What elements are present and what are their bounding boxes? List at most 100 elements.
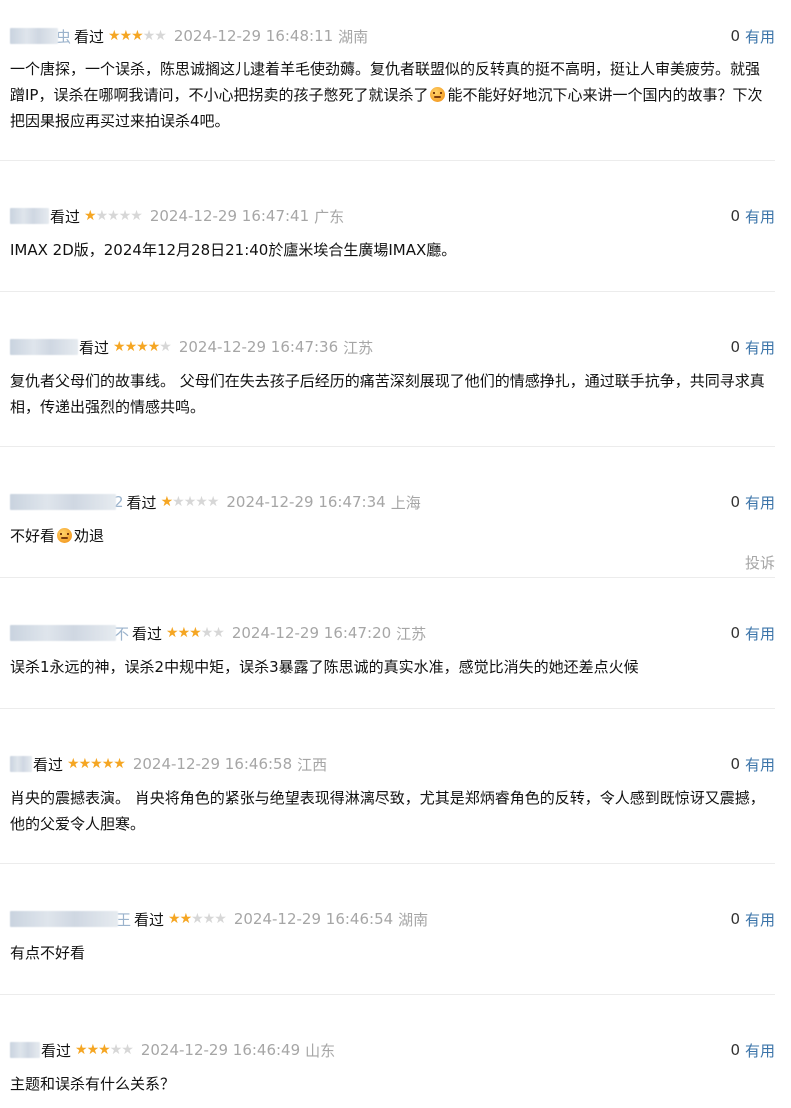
vote-count: 0 [730,1041,740,1059]
username-visible: 不 [114,624,130,643]
comment-text: 复仇者父母们的故事线。 父母们在失去孩子后经历的痛苦深刻展现了他们的情感挣扎，通… [10,368,770,420]
comment-meta: 看过 ★ ★ ★ ★ ★ 2024-12-29 16:47:41 广东 [10,205,344,227]
vote-count: 0 [730,207,740,225]
username-link[interactable]: 虫 [10,27,71,46]
star-filled-icon: ★ [108,28,121,44]
comment-location: 江西 [297,755,328,774]
watched-label: 看过 [50,207,81,226]
star-filled-icon: ★ [179,911,193,927]
comment-meta: 看过 ★ ★ ★ ★ ★ 2024-12-29 16:46:49 山东 [10,1039,335,1061]
comment-text: 一个唐探，一个误杀，陈思诚搁这儿逮着羊毛使劲薅。复仇者联盟似的反转真的挺不高明，… [10,56,770,134]
star-filled-icon: ★ [124,339,138,355]
vote-count: 0 [730,338,740,356]
username-blurred [10,1042,40,1058]
comment-text: 不好看 劝退 [10,523,770,549]
comment-text: 误杀1永远的神，误杀2中规中矩，误杀3暴露了陈思诚的真实水准，感觉比消失的她还差… [10,654,770,680]
comment-meta: 虫 看过 ★ ★ ★ ★ ★ 2024-12-29 16:48:11 湖南 [10,25,368,47]
comment-item: 2 看过 ★ ★ ★ ★ ★ 2024-12-29 16:47:34 上海 0 有用 不… [0,447,775,578]
comment-time: 2024-12-29 16:47:41 [149,207,310,225]
comment-location: 广东 [314,207,345,226]
comment-time: 2024-12-29 16:46:49 [140,1041,301,1059]
star-filled-icon: ★ [113,339,126,355]
watched-label: 看过 [79,338,110,357]
useful-button[interactable]: 有用 [745,754,775,775]
username-blurred [10,28,58,44]
star-filled-icon: ★ [131,28,144,44]
comment-time: 2024-12-29 16:46:54 [233,910,394,928]
vote-count: 0 [730,493,740,511]
watched-label: 看过 [134,910,165,929]
rating-stars: ★ ★ ★ ★ ★ [67,756,126,772]
vote-area: 0 有用 [730,25,775,47]
useful-button[interactable]: 有用 [745,26,775,47]
comment-location: 湖南 [338,27,369,46]
comment-location: 江苏 [343,338,374,357]
watched-label: 看过 [126,493,157,512]
rating-stars: ★ ★ ★ ★ ★ [166,625,225,641]
username-blurred [10,756,32,772]
report-link[interactable]: 投诉 [745,552,775,573]
star-filled-icon: ★ [147,339,161,355]
comment-meta: 王 看过 ★ ★ ★ ★ ★ 2024-12-29 16:46:54 湖南 [10,908,428,930]
watched-label: 看过 [33,755,64,774]
rating-stars: ★ ★ ★ ★ ★ [161,494,220,510]
username-link[interactable] [10,755,32,773]
vote-area: 0 有用 [730,1039,775,1061]
useful-button[interactable]: 有用 [745,623,775,644]
comment-text: IMAX 2D版，2024年12月28日21:40於廬米埃合生廣場IMAX廳。 [10,237,770,263]
comment-text: 主题和误杀有什么关系？ [10,1071,770,1097]
star-filled-icon: ★ [177,625,191,641]
watched-label: 看过 [74,27,105,46]
comment-item: 王 看过 ★ ★ ★ ★ ★ 2024-12-29 16:46:54 湖南 0 有用 有… [0,864,775,995]
username-link[interactable] [10,207,49,225]
vote-area: 0 有用 [730,622,775,644]
star-empty-icon: ★ [107,208,120,224]
username-visible: 王 [116,910,132,929]
sad-face-emoji-icon [430,87,446,102]
comment-meta: 看过 ★ ★ ★ ★ ★ 2024-12-29 16:46:58 江西 [10,753,327,775]
comment-item: 虫 看过 ★ ★ ★ ★ ★ 2024-12-29 16:48:11 湖南 0 有用 一… [0,0,775,161]
star-filled-icon: ★ [166,625,179,641]
username-link[interactable]: 2 [10,493,124,511]
useful-button[interactable]: 有用 [745,1040,775,1061]
comment-time: 2024-12-29 16:47:36 [178,338,339,356]
useful-button[interactable]: 有用 [745,909,775,930]
star-filled-icon: ★ [113,756,126,772]
comment-text-part: 主题和误杀有什么关系？ [10,1075,176,1093]
rating-stars: ★ ★ ★ ★ ★ [84,208,143,224]
star-filled-icon: ★ [78,756,92,772]
username-blurred [10,339,78,355]
username-link[interactable]: 王 [10,910,132,929]
useful-button[interactable]: 有用 [745,337,775,358]
comment-text: 肖央的震撼表演。 肖央将角色的紧张与绝望表现得淋漓尽致，尤其是郑炳睿角色的反转，… [10,785,770,837]
vote-area: 0 有用 [730,908,775,930]
star-empty-icon: ★ [212,625,225,641]
star-filled-icon: ★ [84,208,97,224]
star-filled-icon: ★ [119,28,133,44]
star-empty-icon: ★ [206,494,220,510]
useful-button[interactable]: 有用 [745,206,775,227]
vote-count: 0 [730,624,740,642]
useful-button[interactable]: 有用 [745,492,775,513]
comment-text-part: 复仇者父母们的故事线。 父母们在失去孩子后经历的痛苦深刻展现了他们的情感挣扎，通… [10,372,765,416]
star-empty-icon: ★ [142,28,156,44]
comment-time: 2024-12-29 16:48:11 [173,27,334,45]
comment-item: 不 看过 ★ ★ ★ ★ ★ 2024-12-29 16:47:20 江苏 0 有用 误… [0,578,775,709]
star-empty-icon: ★ [109,1042,123,1058]
vote-count: 0 [730,910,740,928]
comment-location: 江苏 [396,624,427,643]
username-blurred [10,208,49,224]
comment-item: 看过 ★ ★ ★ ★ ★ 2024-12-29 16:46:58 江西 0 有用 肖央的… [0,709,775,864]
comment-text: 有点不好看 [10,940,770,966]
comment-text-part: IMAX 2D版，2024年12月28日21:40於廬米埃合生廣場IMAX廳。 [10,241,457,259]
comment-location: 湖南 [398,910,429,929]
username-link[interactable]: 不 [10,624,130,643]
star-empty-icon: ★ [118,208,132,224]
username-link[interactable] [10,338,78,356]
comment-time: 2024-12-29 16:47:20 [231,624,392,642]
username-link[interactable] [10,1041,40,1059]
comment-text-part: 不好看 [10,527,56,545]
comment-text-part: 劝退 [74,527,105,545]
comment-meta: 2 看过 ★ ★ ★ ★ ★ 2024-12-29 16:47:34 上海 [10,491,421,513]
comment-time: 2024-12-29 16:46:58 [132,755,293,773]
